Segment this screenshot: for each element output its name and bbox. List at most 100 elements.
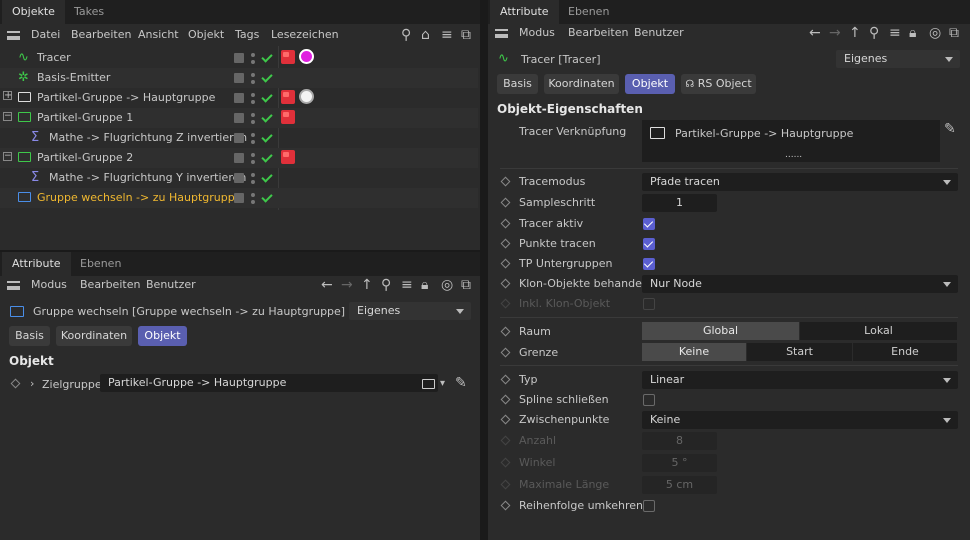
sampleschritt-input[interactable]: 1: [642, 194, 717, 212]
visibility-dot[interactable]: [251, 133, 255, 137]
new-window-icon[interactable]: ⧉: [461, 28, 471, 42]
chevron-down-icon[interactable]: ▾: [440, 377, 445, 391]
expand-plus-icon[interactable]: +: [3, 91, 12, 101]
hamburger-menu-icon[interactable]: [7, 281, 20, 290]
subtab-basis[interactable]: Basis: [9, 326, 50, 346]
visibility-dot[interactable]: [251, 193, 255, 197]
tab-takes[interactable]: Takes: [64, 0, 114, 24]
klon-dropdown[interactable]: Nur Node: [642, 275, 958, 293]
menu-objekt[interactable]: Objekt: [188, 25, 224, 45]
visibility-dot[interactable]: [251, 53, 255, 57]
new-window-icon[interactable]: ⧉: [461, 278, 471, 292]
keyframe-diamond-icon[interactable]: [500, 394, 511, 405]
lock-icon[interactable]: 🔒︎: [421, 278, 428, 292]
layer-edit-icon[interactable]: [234, 133, 244, 143]
zielgruppe-link-field[interactable]: Partikel-Gruppe -> Hauptgruppe: [100, 374, 438, 392]
tab-ebenen[interactable]: Ebenen: [70, 252, 131, 276]
subtab-koordinaten[interactable]: Koordinaten: [544, 74, 619, 94]
subtab-objekt[interactable]: Objekt: [625, 74, 675, 94]
menu-benutzer[interactable]: Benutzer: [146, 275, 196, 295]
search-icon[interactable]: ⚲: [401, 28, 411, 42]
picker-pipette-icon[interactable]: ✎: [455, 376, 467, 390]
subtab-objekt[interactable]: Objekt: [138, 326, 187, 346]
punkte-tracen-checkbox[interactable]: [643, 238, 655, 250]
preset-dropdown[interactable]: Eigenes: [349, 302, 471, 320]
folder-icon[interactable]: [422, 379, 435, 389]
menu-bearbeiten[interactable]: Bearbeiten: [80, 275, 140, 295]
visibility-dot[interactable]: [251, 120, 255, 124]
tp-tag-icon[interactable]: [281, 90, 295, 104]
keyframe-diamond-icon[interactable]: [10, 378, 21, 389]
tab-objekte[interactable]: Objekte: [2, 0, 65, 24]
visibility-dot[interactable]: [251, 113, 255, 117]
menu-modus[interactable]: Modus: [519, 23, 555, 43]
subtab-koordinaten[interactable]: Koordinaten: [56, 326, 132, 346]
keyframe-diamond-icon[interactable]: [500, 197, 511, 208]
hamburger-menu-icon[interactable]: [7, 31, 20, 40]
keyframe-diamond-icon[interactable]: [500, 218, 511, 229]
target-icon[interactable]: ◎: [441, 278, 453, 292]
search-icon[interactable]: ⚲: [869, 26, 879, 40]
enabled-check-icon[interactable]: [260, 52, 272, 64]
visibility-dot[interactable]: [251, 160, 255, 164]
arrow-left-icon[interactable]: ←: [321, 278, 333, 292]
enabled-check-icon[interactable]: [260, 112, 272, 124]
visibility-dot[interactable]: [251, 80, 255, 84]
enabled-check-icon[interactable]: [260, 132, 272, 144]
typ-dropdown[interactable]: Linear: [642, 371, 958, 389]
tp-tag-icon[interactable]: [281, 110, 295, 124]
tracer-aktiv-checkbox[interactable]: [643, 218, 655, 230]
menu-ansicht[interactable]: Ansicht: [138, 25, 179, 45]
lock-icon[interactable]: 🔒︎: [909, 26, 916, 40]
tab-attribute[interactable]: Attribute: [2, 252, 71, 276]
target-icon[interactable]: ◎: [929, 26, 941, 40]
arrow-up-icon[interactable]: ↑: [849, 26, 861, 40]
search-icon[interactable]: ⚲: [381, 278, 391, 292]
arrow-up-icon[interactable]: ↑: [361, 278, 373, 292]
picker-pipette-icon[interactable]: ✎: [944, 122, 956, 136]
collapse-minus-icon[interactable]: −: [3, 112, 12, 121]
material-tag-icon[interactable]: [299, 89, 314, 104]
layer-edit-icon[interactable]: [234, 113, 244, 123]
keyframe-diamond-icon[interactable]: [500, 414, 511, 425]
visibility-dot[interactable]: [251, 140, 255, 144]
keyframe-diamond-icon[interactable]: [500, 238, 511, 249]
enabled-check-icon[interactable]: [260, 172, 272, 184]
material-tag-icon[interactable]: [299, 49, 314, 64]
filter-icon[interactable]: ≡: [401, 278, 413, 292]
link-more-handle[interactable]: ......: [785, 151, 802, 160]
layer-edit-icon[interactable]: [234, 193, 244, 203]
visibility-dot[interactable]: [251, 100, 255, 104]
visibility-dot[interactable]: [251, 60, 255, 64]
layer-edit-icon[interactable]: [234, 93, 244, 103]
grenze-keine-option[interactable]: Keine: [642, 343, 747, 361]
keyframe-diamond-icon[interactable]: [500, 374, 511, 385]
menu-benutzer[interactable]: Benutzer: [634, 23, 684, 43]
layer-edit-icon[interactable]: [234, 153, 244, 163]
tracemodus-dropdown[interactable]: Pfade tracen: [642, 173, 958, 191]
collapse-minus-icon[interactable]: −: [3, 152, 12, 161]
keyframe-diamond-icon[interactable]: [500, 326, 511, 337]
menu-lesezeichen[interactable]: Lesezeichen: [271, 25, 339, 45]
layer-edit-icon[interactable]: [234, 53, 244, 63]
grenze-start-option[interactable]: Start: [747, 343, 853, 361]
filter-icon[interactable]: ≡: [441, 28, 453, 42]
zwischenpunkte-dropdown[interactable]: Keine: [642, 411, 958, 429]
tracer-link-list[interactable]: Partikel-Gruppe -> Hauptgruppe ......: [642, 120, 940, 162]
new-window-icon[interactable]: ⧉: [949, 26, 959, 40]
enabled-check-icon[interactable]: [260, 192, 272, 204]
menu-bearbeiten[interactable]: Bearbeiten: [568, 23, 628, 43]
filter-icon[interactable]: ≡: [889, 26, 901, 40]
menu-datei[interactable]: Datei: [31, 25, 60, 45]
subtab-basis[interactable]: Basis: [497, 74, 538, 94]
layer-edit-icon[interactable]: [234, 73, 244, 83]
keyframe-diamond-icon[interactable]: [500, 500, 511, 511]
arrow-right-icon[interactable]: →: [341, 278, 353, 292]
enabled-check-icon[interactable]: [260, 92, 272, 104]
home-icon[interactable]: ⌂: [421, 28, 430, 42]
tab-ebenen[interactable]: Ebenen: [558, 0, 619, 24]
preset-dropdown[interactable]: Eigenes: [836, 50, 960, 68]
subtab-rs-object[interactable]: ☊ RS Object: [681, 74, 756, 94]
grenze-ende-option[interactable]: Ende: [853, 343, 958, 361]
visibility-dot[interactable]: [251, 200, 255, 204]
